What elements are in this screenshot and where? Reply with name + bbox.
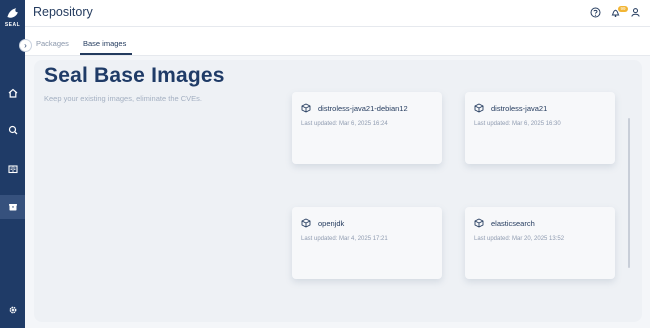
image-name: elasticsearch: [491, 219, 535, 228]
package-icon: [301, 218, 311, 228]
help-icon[interactable]: [590, 7, 601, 18]
tab-base-images[interactable]: Base images: [83, 39, 126, 48]
gear-icon: [9, 306, 16, 314]
package-icon: [474, 218, 484, 228]
home-icon: [8, 88, 17, 98]
base-images-panel: Seal Base Images Keep your existing imag…: [34, 60, 642, 322]
image-updated: Last updated: Mar 4, 2025 17:21: [301, 236, 388, 242]
image-card[interactable]: openjdk Last updated: Mar 4, 2025 17:21: [292, 207, 442, 279]
tab-bar: Packages Base images: [25, 27, 650, 56]
logo-text: SEAL: [4, 22, 21, 28]
sidebar-item-docs[interactable]: [0, 157, 25, 181]
image-updated: Last updated: Mar 6, 2025 16:30: [474, 121, 561, 127]
box-icon: [8, 204, 17, 211]
hero-subtitle: Keep your existing images, eliminate the…: [44, 94, 202, 103]
image-name: distroless-java21-debian12: [318, 104, 408, 113]
image-card[interactable]: distroless-java21-debian12 Last updated:…: [292, 92, 442, 164]
image-card[interactable]: elasticsearch Last updated: Mar 20, 2025…: [465, 207, 615, 279]
tab-packages[interactable]: Packages: [36, 39, 69, 48]
package-icon: [474, 103, 484, 113]
sidebar-item-settings[interactable]: [0, 298, 25, 322]
image-updated: Last updated: Mar 20, 2025 13:52: [474, 236, 565, 242]
page-title: Repository: [33, 5, 93, 19]
hero-title: Seal Base Images: [44, 64, 225, 87]
image-name: openjdk: [318, 219, 345, 228]
book-icon: [7, 165, 18, 174]
seal-logo-icon: [6, 8, 18, 18]
image-card[interactable]: distroless-java21 Last updated: Mar 6, 2…: [465, 92, 615, 164]
sidebar-item-search[interactable]: [0, 118, 25, 142]
user-icon[interactable]: [630, 7, 641, 18]
image-updated: Last updated: Mar 6, 2025 16:24: [301, 121, 388, 127]
notification-badge: 99: [618, 6, 628, 12]
sidebar-item-repository[interactable]: [0, 195, 25, 219]
sidebar-collapse-button[interactable]: ›: [19, 39, 32, 52]
package-icon: [301, 103, 311, 113]
topbar: Repository: [25, 0, 650, 27]
active-tab-indicator: [80, 53, 132, 55]
scrollbar[interactable]: [628, 118, 630, 268]
sidebar-item-home[interactable]: [0, 81, 25, 105]
search-icon: [8, 125, 17, 135]
image-name: distroless-java21: [491, 104, 548, 113]
